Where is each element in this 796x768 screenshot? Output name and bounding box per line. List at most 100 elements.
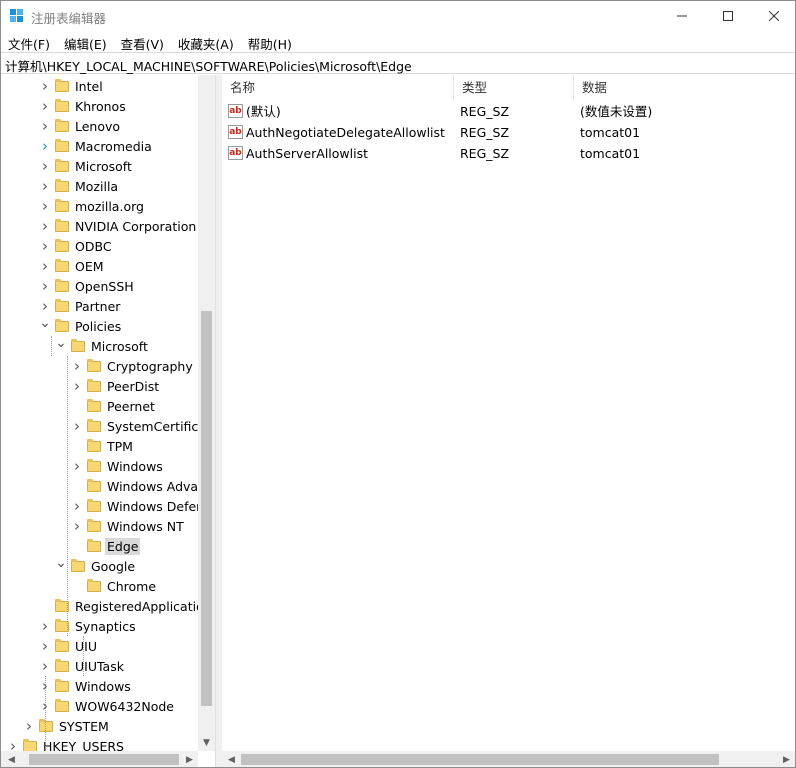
tree-node[interactable]: › UIU	[37, 636, 99, 656]
maximize-button[interactable]	[705, 1, 751, 31]
tree-vertical-scroll-thumb[interactable]	[201, 311, 212, 706]
chevron-right-icon[interactable]: ›	[37, 196, 53, 216]
tree-node-label: Peernet	[107, 398, 155, 414]
list-scroll-right-icon[interactable]: ▶	[778, 751, 795, 767]
folder-icon	[71, 558, 85, 572]
tree-node[interactable]: Chrome	[69, 576, 158, 596]
tree-node[interactable]: › NVIDIA Corporation	[37, 216, 198, 236]
chevron-right-icon[interactable]: ›	[37, 216, 53, 236]
tree-node[interactable]: › WOW6432Node	[37, 696, 176, 716]
chevron-right-icon[interactable]: ›	[37, 656, 53, 676]
chevron-right-icon[interactable]: ›	[69, 356, 85, 376]
menu-file[interactable]: 文件(F)	[1, 31, 57, 52]
tree-node-label: Lenovo	[75, 118, 121, 134]
menu-favorites[interactable]: 收藏夹(A)	[171, 31, 241, 52]
folder-icon	[55, 78, 69, 92]
tree-node[interactable]: › Cryptography	[69, 356, 195, 376]
tree-node[interactable]: › Mozilla	[37, 176, 120, 196]
tree-node[interactable]: › Khronos	[37, 96, 128, 116]
chevron-right-icon[interactable]: ›	[69, 416, 85, 436]
tree-node[interactable]: ⌄ Google	[53, 555, 137, 576]
chevron-right-icon[interactable]: ›	[69, 516, 85, 536]
chevron-right-icon[interactable]: ›	[37, 116, 53, 136]
folder-icon	[23, 738, 37, 752]
tree-node[interactable]: › PeerDist	[69, 376, 161, 396]
menu-help[interactable]: 帮助(H)	[241, 31, 299, 52]
chevron-right-icon[interactable]: ›	[37, 176, 53, 196]
chevron-right-icon[interactable]: ›	[37, 136, 53, 156]
tree-node[interactable]: › OEM	[37, 256, 106, 276]
chevron-right-icon[interactable]: ›	[37, 76, 53, 96]
tree-node[interactable]: › SystemCertificat	[69, 416, 213, 436]
tree-node-label: Windows	[107, 458, 163, 474]
tree-node[interactable]: › SYSTEM	[21, 716, 111, 736]
chevron-right-icon[interactable]: ›	[37, 276, 53, 296]
list-horizontal-scroll-thumb[interactable]	[241, 754, 719, 765]
scroll-down-icon[interactable]: ▼	[198, 734, 215, 751]
values-list: 名称 类型 数据 ab (默认) REG_SZ (数值未设置) ab AuthNegoti…	[222, 75, 795, 751]
tree-node[interactable]: Peernet	[69, 396, 157, 416]
folder-icon	[87, 438, 101, 452]
tree-node[interactable]: › Microsoft	[37, 156, 134, 176]
tree-node-label: Edge	[105, 537, 141, 555]
column-header-type[interactable]: 类型	[454, 75, 574, 100]
tree-node-label: PeerDist	[107, 378, 160, 394]
value-row[interactable]: ab AuthNegotiateDelegateAllowlist REG_SZ to…	[228, 122, 788, 143]
menu-view[interactable]: 查看(V)	[114, 31, 171, 52]
folder-icon	[87, 418, 101, 432]
folder-icon	[55, 218, 69, 232]
scroll-right-icon[interactable]: ▶	[181, 751, 198, 767]
tree-node[interactable]: TPM	[69, 436, 135, 456]
value-row[interactable]: ab AuthServerAllowlist REG_SZ tomcat01	[228, 143, 788, 164]
tree-node[interactable]: › Lenovo	[37, 116, 122, 136]
chevron-right-icon[interactable]: ›	[37, 636, 53, 656]
column-header-name[interactable]: 名称	[222, 75, 454, 100]
chevron-right-icon[interactable]: ›	[37, 616, 53, 636]
value-type: REG_SZ	[460, 146, 510, 161]
column-header-data[interactable]: 数据	[574, 75, 795, 100]
tree-node[interactable]: › UIUTask	[37, 656, 126, 676]
chevron-right-icon[interactable]: ›	[37, 256, 53, 276]
folder-icon	[87, 518, 101, 532]
title-bar[interactable]: 注册表编辑器	[1, 1, 795, 31]
folder-icon	[87, 478, 101, 492]
tree-node-label: Macromedia	[75, 138, 152, 154]
value-row[interactable]: ab (默认) REG_SZ (数值未设置)	[228, 101, 788, 122]
chevron-right-icon[interactable]: ›	[37, 96, 53, 116]
tree-node[interactable]: › Macromedia	[37, 136, 154, 156]
chevron-right-icon[interactable]: ›	[69, 496, 85, 516]
chevron-right-icon[interactable]: ›	[69, 376, 85, 396]
tree-node-label: Partner	[75, 298, 121, 314]
tree-node-label: WOW6432Node	[75, 698, 174, 714]
tree-node[interactable]: › OpenSSH	[37, 276, 136, 296]
close-button[interactable]	[751, 1, 795, 31]
tree-node[interactable]: › Intel	[37, 76, 105, 96]
registry-tree[interactable]: › Intel › Khronos › Lenovo › Macromedia › Microso…	[1, 75, 215, 767]
tree-node[interactable]: Edge	[69, 536, 141, 556]
list-scroll-left-icon[interactable]: ◀	[223, 751, 240, 767]
tree-node[interactable]: › ODBC	[37, 236, 114, 256]
minimize-button[interactable]	[659, 1, 705, 31]
chevron-right-icon[interactable]: ›	[37, 236, 53, 256]
tree-node[interactable]: › Windows	[37, 676, 133, 696]
tree-node[interactable]: › Windows NT	[69, 516, 186, 536]
address-bar[interactable]: 计算机\HKEY_LOCAL_MACHINE\SOFTWARE\Policies…	[1, 52, 795, 74]
chevron-right-icon[interactable]: ›	[37, 156, 53, 176]
tree-node[interactable]: › Windows Defen	[69, 496, 206, 516]
menu-edit[interactable]: 编辑(E)	[57, 31, 114, 52]
tree-node[interactable]: ⌄ Policies	[37, 313, 123, 336]
tree-node[interactable]: › Windows	[69, 456, 165, 476]
chevron-right-icon[interactable]: ›	[21, 716, 37, 736]
chevron-down-icon[interactable]: ⌄	[53, 333, 69, 353]
tree-node[interactable]: RegisteredApplication	[37, 596, 214, 616]
scroll-left-icon[interactable]: ◀	[3, 751, 20, 767]
tree-node[interactable]: › Synaptics	[37, 616, 138, 636]
tree-horizontal-scroll-thumb[interactable]	[29, 754, 179, 765]
tree-node-label: SystemCertificat	[107, 418, 211, 434]
chevron-right-icon[interactable]: ›	[69, 456, 85, 476]
tree-node[interactable]: Windows Advan	[69, 476, 208, 496]
chevron-down-icon[interactable]: ⌄	[37, 313, 53, 333]
tree-node[interactable]: ⌄ Microsoft	[53, 333, 150, 356]
tree-node[interactable]: › mozilla.org	[37, 196, 146, 216]
